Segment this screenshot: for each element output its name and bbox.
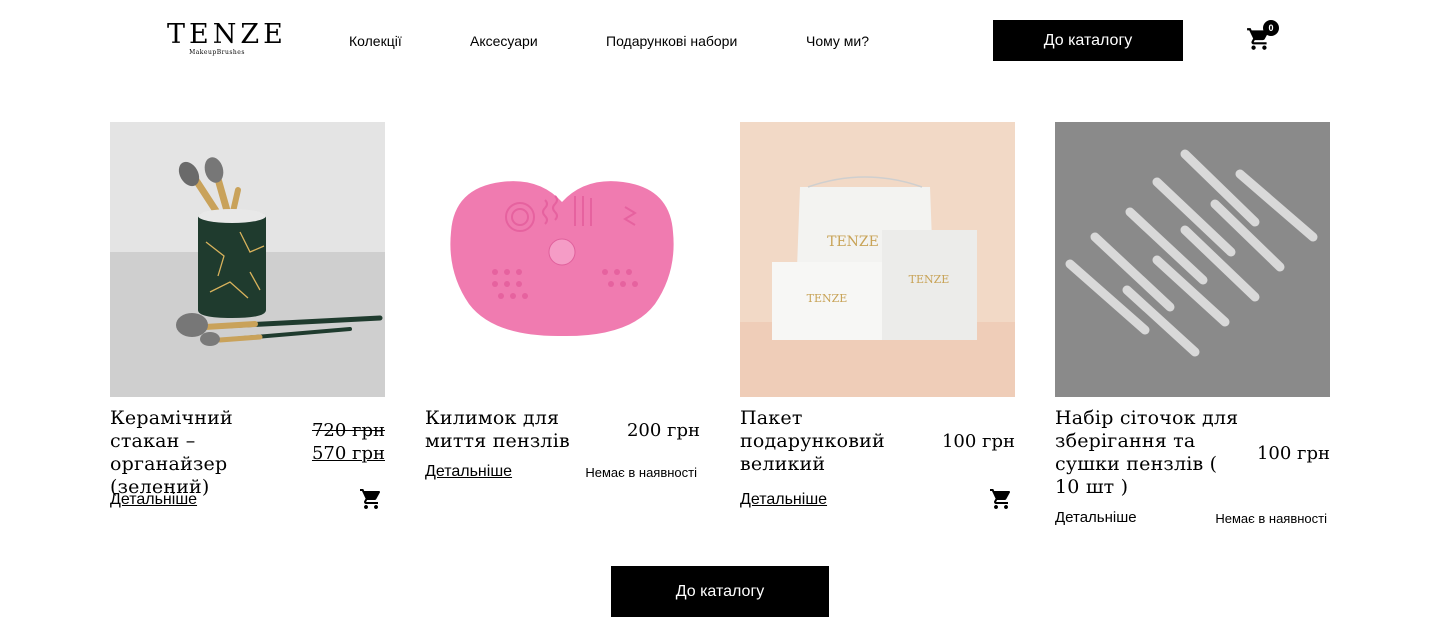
nav-collections[interactable]: Колекції [349, 33, 402, 49]
details-link[interactable]: Детальніше [110, 491, 197, 509]
product-card: Килимок для миття пензлів 200 грн Деталь… [425, 122, 700, 480]
logo-text: TENZE [167, 19, 287, 50]
svg-text:TENZE: TENZE [827, 234, 879, 250]
product-image[interactable] [1055, 122, 1330, 397]
product-price: 100 грн [1256, 443, 1330, 464]
nav-why-us[interactable]: Чому ми? [806, 33, 869, 49]
product-title: Пакет подарунковий великий [740, 407, 885, 475]
product-price: 720 грн 570 грн [312, 419, 385, 465]
product-title: Набір сіточок для зберігання та сушки пе… [1055, 407, 1239, 498]
out-of-stock-label: Немає в наявності [1215, 511, 1327, 526]
product-image[interactable] [110, 122, 385, 397]
product-title: Керамічний стакан – органайзер (зелений) [110, 407, 233, 498]
product-title: Килимок для миття пензлів [425, 407, 570, 452]
product-price: 200 грн [626, 420, 700, 441]
details-link[interactable]: Детальніше [425, 463, 512, 481]
catalog-bottom-button[interactable]: До каталогу [611, 566, 829, 617]
product-price-old: 720 грн [311, 420, 385, 441]
svg-text:TENZE: TENZE [909, 273, 950, 286]
cart-count-badge: 0 [1263, 20, 1279, 36]
details-link[interactable]: Детальніше [1055, 509, 1137, 526]
nav-accessories[interactable]: Аксесуари [470, 33, 538, 49]
logo[interactable]: TENZE MakeupBrushes [167, 19, 287, 60]
product-card: Керамічний стакан – органайзер (зелений)… [110, 122, 385, 509]
product-card: TENZE TENZE TENZE Пакет подарунковий вел… [740, 122, 1015, 509]
product-price-new: 570 грн [311, 443, 385, 464]
add-to-cart-icon[interactable] [989, 487, 1013, 511]
details-link[interactable]: Детальніше [740, 491, 827, 509]
product-image[interactable]: TENZE TENZE TENZE [740, 122, 1015, 397]
out-of-stock-label: Немає в наявності [585, 465, 697, 480]
catalog-button[interactable]: До каталогу [993, 20, 1183, 61]
nav-gift-sets[interactable]: Подарункові набори [606, 33, 737, 49]
add-to-cart-icon[interactable] [359, 487, 383, 511]
product-card: Набір сіточок для зберігання та сушки пе… [1055, 122, 1330, 526]
svg-text:TENZE: TENZE [807, 292, 848, 305]
product-image[interactable] [425, 122, 700, 397]
product-price: 100 грн [941, 431, 1015, 452]
logo-subtitle: MakeupBrushes [189, 49, 245, 56]
